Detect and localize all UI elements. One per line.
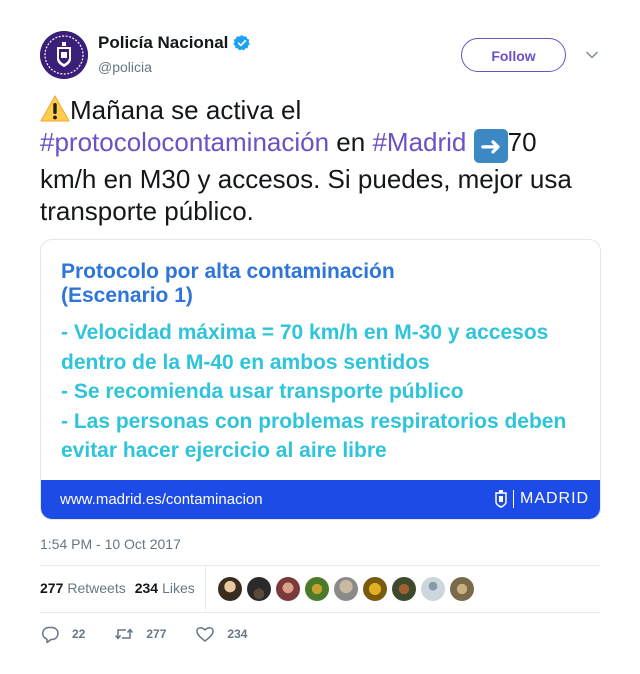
avatar[interactable] — [40, 31, 88, 79]
name-row: Policía Nacional — [98, 33, 251, 53]
like-count: 234 — [227, 627, 248, 641]
tweet-actions: 22 277 234 — [40, 624, 276, 644]
engagement-stats: 277 Retweets 234 Likes — [40, 580, 204, 596]
retweet-icon — [115, 628, 134, 640]
timestamp[interactable]: 1:54 PM - 10 Oct 2017 — [40, 536, 181, 552]
card-url: www.madrid.es/contaminacion — [60, 491, 263, 508]
user-handle[interactable]: @policia — [98, 59, 152, 75]
card-bullet: evitar hacer ejercicio al aire libre — [61, 439, 387, 462]
retweet-count: 277 — [146, 627, 167, 641]
divider — [40, 565, 600, 566]
default-avatar-icon[interactable] — [421, 577, 445, 601]
logo-text: MADRID — [520, 490, 590, 507]
liker-avatar[interactable] — [450, 577, 474, 601]
liker-avatar[interactable] — [247, 577, 271, 601]
likes-count: 234 — [134, 580, 159, 596]
card-title-line: Protocolo por alta contaminación — [61, 260, 395, 283]
liker-avatar[interactable] — [276, 577, 300, 601]
retweets-stat[interactable]: 277 Retweets — [40, 580, 126, 596]
liker-avatar[interactable] — [363, 577, 387, 601]
reply-count: 22 — [72, 627, 86, 641]
card-bullet: - Las personas con problemas respiratori… — [61, 409, 567, 433]
reply-button[interactable]: 22 — [40, 624, 85, 644]
hashtag-link[interactable]: #protocolocontaminación — [40, 127, 329, 157]
verified-badge-icon — [233, 35, 251, 51]
liker-avatar[interactable] — [334, 577, 358, 601]
reply-icon — [41, 626, 59, 644]
madrid-crest-icon — [495, 490, 507, 508]
retweets-count: 277 — [40, 580, 64, 596]
likes-label: Likes — [162, 580, 195, 596]
tweet-text: Mañana se activa el #protocolocontaminac… — [40, 94, 600, 227]
chevron-down-icon[interactable] — [585, 48, 599, 62]
retweet-button[interactable]: 277 — [114, 624, 166, 644]
card-title: Protocolo por alta contaminación (Escena… — [61, 260, 581, 308]
card-bullet: - Velocidad máxima = 70 km/h en M-30 y a… — [61, 321, 549, 344]
hashtag-link[interactable]: #Madrid — [372, 127, 466, 157]
madrid-logo: MADRID — [495, 490, 589, 508]
tweet-text-part: Mañana se activa el — [70, 95, 302, 125]
tweet: Policía Nacional @policia Follow Mañana … — [0, 0, 640, 674]
police-badge-icon — [40, 31, 88, 79]
card-bullet: dentro de la M-40 en ambos sentidos — [61, 350, 430, 374]
warning-icon — [40, 94, 70, 122]
heart-icon — [196, 627, 215, 642]
retweets-label: Retweets — [67, 580, 126, 596]
right-arrow-icon: ➜ — [473, 129, 508, 163]
tweet-image[interactable]: Protocolo por alta contaminación (Escena… — [40, 239, 601, 520]
card-footer: www.madrid.es/contaminacion MADRID — [41, 480, 600, 519]
stats-divider — [205, 566, 206, 610]
tweet-text-part: en — [329, 127, 373, 157]
card-body: - Velocidad máxima = 70 km/h en M-30 y a… — [61, 318, 591, 466]
logo-divider — [513, 490, 514, 508]
divider — [40, 612, 600, 613]
likes-stat[interactable]: 234 Likes — [135, 580, 195, 596]
card-bullet: - Se recomienda usar transporte público — [61, 380, 464, 403]
like-button[interactable]: 234 — [195, 624, 247, 644]
display-name[interactable]: Policía Nacional — [98, 33, 228, 53]
liker-avatar[interactable] — [305, 577, 329, 601]
follow-button[interactable]: Follow — [461, 38, 566, 72]
liker-avatar[interactable] — [218, 577, 242, 601]
card-title-line: (Escenario 1) — [61, 284, 193, 307]
liker-avatars — [218, 577, 479, 601]
liker-avatar[interactable] — [392, 577, 416, 601]
